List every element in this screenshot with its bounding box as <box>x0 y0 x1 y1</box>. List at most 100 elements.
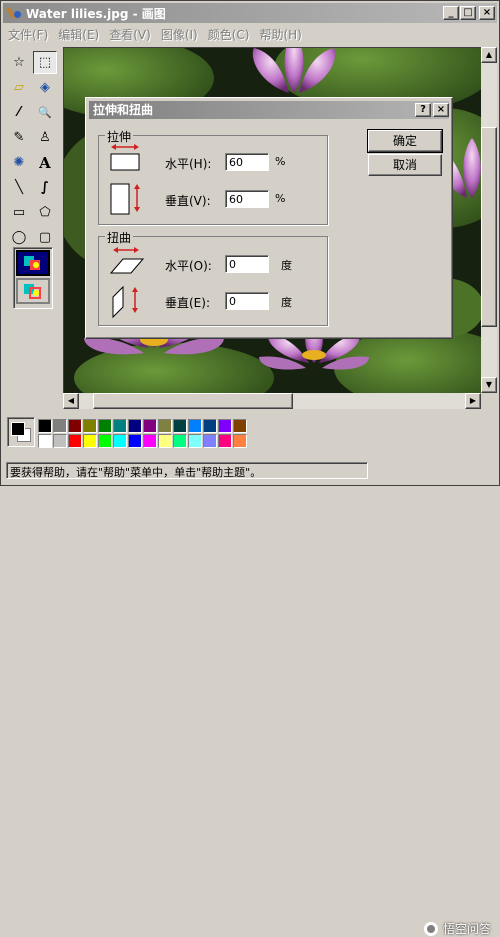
cancel-button[interactable]: 取消 <box>368 154 442 176</box>
palette-swatch[interactable] <box>188 419 202 433</box>
vertical-scroll-thumb[interactable] <box>481 127 497 327</box>
skew-horizontal-input[interactable] <box>225 255 269 273</box>
transparent-option[interactable] <box>16 278 50 304</box>
status-bar: 要获得帮助，请在"帮助"菜单中，单击"帮助主题"。 悟空问答 <box>3 459 497 936</box>
window-title: Water lilies.jpg - 画图 <box>26 6 166 21</box>
title-bar[interactable]: Water lilies.jpg - 画图 _ □ × <box>3 3 497 23</box>
palette-swatch[interactable] <box>218 419 232 433</box>
stretch-vertical-input[interactable] <box>225 190 269 208</box>
scroll-up-icon[interactable]: ▲ <box>481 47 497 63</box>
palette-swatch[interactable] <box>158 434 172 448</box>
maximize-button[interactable]: □ <box>460 6 476 20</box>
eraser-tool[interactable]: ▱ <box>7 76 31 99</box>
skew-horizontal-label: 水平(O): <box>165 259 212 273</box>
palette-swatch[interactable] <box>218 434 232 448</box>
ok-button[interactable]: 确定 <box>367 129 443 153</box>
horizontal-scroll-thumb[interactable] <box>93 393 293 409</box>
ellipse-icon: ◯ <box>11 230 27 245</box>
foreground-color-swatch[interactable] <box>11 422 25 436</box>
magnifier-tool[interactable]: 🔍 <box>33 101 57 124</box>
ellipse-tool[interactable]: ◯ <box>7 226 31 249</box>
watermark-text: 悟空问答 <box>442 922 491 936</box>
opaque-selection-icon <box>24 256 40 270</box>
menu-view[interactable]: 查看(V) <box>104 26 156 43</box>
palette-swatch[interactable] <box>128 434 142 448</box>
menu-edit[interactable]: 编辑(E) <box>53 26 104 43</box>
palette-swatch[interactable] <box>53 419 67 433</box>
rect-select-tool[interactable]: ⬚ <box>33 51 57 74</box>
opaque-option[interactable] <box>16 250 50 276</box>
pencil-icon: ✎ <box>13 130 25 145</box>
rounded-rect-tool[interactable]: ▢ <box>33 226 57 249</box>
menu-file[interactable]: 文件(F) <box>3 26 53 43</box>
status-text: 要获得帮助，请在"帮助"菜单中，单击"帮助主题"。 <box>6 462 368 479</box>
free-select-tool[interactable]: ☆ <box>7 51 31 74</box>
vertical-stretch-icon <box>110 183 140 215</box>
curve-icon: ∫ <box>41 180 49 195</box>
stretch-vertical-label: 垂直(V): <box>165 194 211 208</box>
scroll-down-icon[interactable]: ▼ <box>481 377 497 393</box>
palette-swatch[interactable] <box>53 434 67 448</box>
palette-swatch[interactable] <box>113 419 127 433</box>
skew-vertical-input[interactable] <box>225 292 269 310</box>
watermark: 悟空问答 <box>423 920 491 937</box>
palette-swatch[interactable] <box>143 419 157 433</box>
stretch-skew-dialog: 拉伸和扭曲 ? × 拉伸 水平(H): % 垂直(V): % 扭曲 <box>85 97 453 339</box>
palette-swatch[interactable] <box>113 434 127 448</box>
dialog-help-button[interactable]: ? <box>415 103 431 117</box>
palette-swatch[interactable] <box>128 419 142 433</box>
palette-swatch[interactable] <box>203 434 217 448</box>
airbrush-tool[interactable]: ✺ <box>7 151 31 174</box>
fill-tool[interactable]: ◈ <box>33 76 57 99</box>
rectangle-tool[interactable]: ▭ <box>7 201 31 224</box>
palette-swatch[interactable] <box>38 419 52 433</box>
horizontal-stretch-icon <box>110 144 140 171</box>
dialog-close-button[interactable]: × <box>433 103 449 117</box>
palette-swatch[interactable] <box>233 419 247 433</box>
palette-swatch[interactable] <box>143 434 157 448</box>
palette-swatch[interactable] <box>98 419 112 433</box>
palette-swatch[interactable] <box>83 434 97 448</box>
magnifier-icon: 🔍 <box>38 106 52 119</box>
brush-tool[interactable]: ♙ <box>33 126 57 149</box>
curve-tool[interactable]: ∫ <box>33 176 57 199</box>
close-button[interactable]: × <box>479 6 495 20</box>
stretch-group: 拉伸 水平(H): % 垂直(V): % <box>98 128 328 225</box>
brush-icon: ♙ <box>39 130 51 145</box>
scroll-corner <box>481 393 497 409</box>
menu-help[interactable]: 帮助(H) <box>254 26 306 43</box>
polygon-tool[interactable]: ⬠ <box>33 201 57 224</box>
menu-colors[interactable]: 颜色(C) <box>203 26 255 43</box>
color-picker-icon: ⁄ <box>17 105 21 120</box>
scroll-left-icon[interactable]: ◀ <box>63 393 79 409</box>
fill-bucket-icon: ◈ <box>40 80 50 95</box>
line-tool[interactable]: ╲ <box>7 176 31 199</box>
palette-swatch[interactable] <box>188 434 202 448</box>
pencil-tool[interactable]: ✎ <box>7 126 31 149</box>
palette-swatch[interactable] <box>173 419 187 433</box>
palette-swatch[interactable] <box>38 434 52 448</box>
color-picker-tool[interactable]: ⁄ <box>7 101 31 124</box>
palette-swatch[interactable] <box>158 419 172 433</box>
palette-swatch[interactable] <box>68 434 82 448</box>
minimize-button[interactable]: _ <box>443 6 459 20</box>
skew-group-label: 扭曲 <box>105 229 134 246</box>
scroll-right-icon[interactable]: ▶ <box>465 393 481 409</box>
airbrush-icon: ✺ <box>13 155 25 170</box>
stretch-horizontal-input[interactable] <box>225 153 269 171</box>
palette-swatch[interactable] <box>68 419 82 433</box>
palette-swatch[interactable] <box>173 434 187 448</box>
palette-swatch[interactable] <box>203 419 217 433</box>
text-tool[interactable]: A <box>33 151 57 174</box>
menu-bar: 文件(F) 编辑(E) 查看(V) 图像(I) 颜色(C) 帮助(H) <box>3 24 497 44</box>
vertical-skew-icon <box>112 285 138 319</box>
palette-swatch[interactable] <box>83 419 97 433</box>
horizontal-scrollbar[interactable]: ◀ ▶ <box>63 393 481 409</box>
skew-group: 扭曲 水平(O): 度 垂直(E): 度 <box>98 229 328 326</box>
palette-swatch[interactable] <box>233 434 247 448</box>
vertical-scrollbar[interactable]: ▲ ▼ <box>481 47 497 393</box>
palette-swatch[interactable] <box>98 434 112 448</box>
dialog-title: 拉伸和扭曲 <box>89 101 449 119</box>
menu-image[interactable]: 图像(I) <box>156 26 203 43</box>
rectangle-icon: ▭ <box>12 205 26 220</box>
